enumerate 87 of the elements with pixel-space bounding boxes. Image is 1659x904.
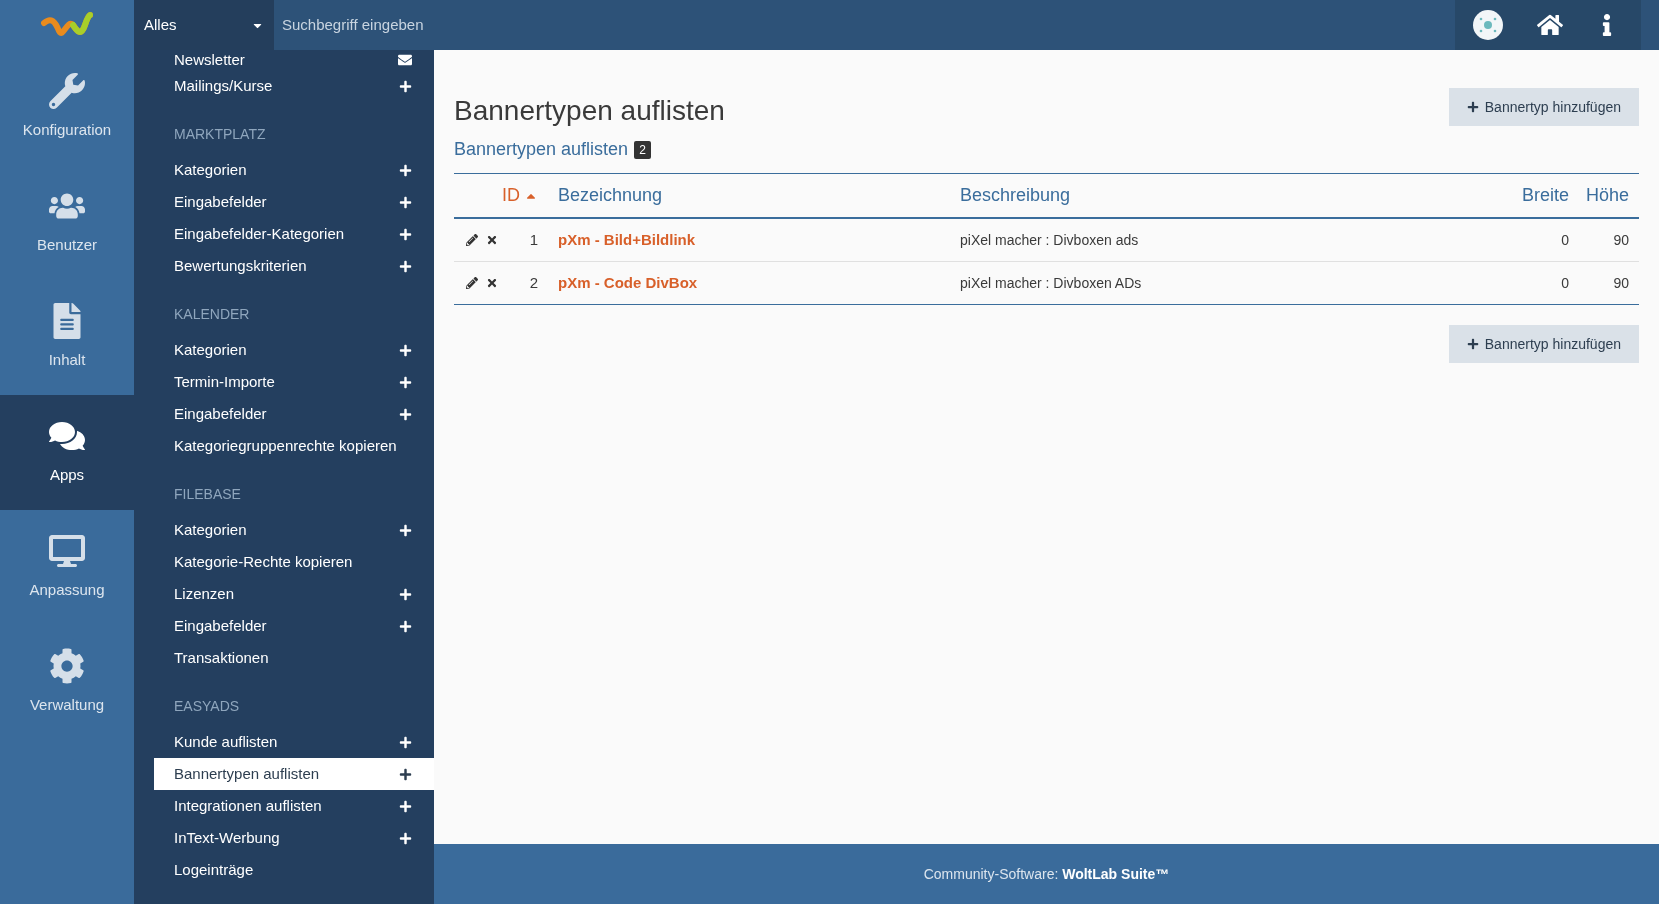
plus-icon[interactable] bbox=[399, 767, 412, 781]
sidebar-item[interactable]: Transaktionen bbox=[154, 642, 434, 674]
rail-item[interactable]: Inhalt bbox=[0, 280, 134, 395]
sidebar-item[interactable]: Termin-Importe bbox=[154, 366, 434, 398]
id-cell-text: 2 bbox=[529, 272, 539, 293]
home-icon[interactable] bbox=[1537, 12, 1563, 38]
footer-text: Community-Software: WoltLab Suite™ bbox=[923, 864, 1170, 884]
section-heading: MARKTPLATZ bbox=[173, 125, 267, 144]
logo-area[interactable] bbox=[0, 0, 134, 50]
section-title: Bannertypen auflisten bbox=[454, 138, 629, 161]
width-cell-text: 0 bbox=[1560, 230, 1569, 250]
plus-icon[interactable] bbox=[399, 375, 412, 389]
rail-item[interactable]: Benutzer bbox=[0, 165, 134, 280]
plus-icon[interactable] bbox=[399, 343, 412, 357]
search-scope-dropdown[interactable]: Alles bbox=[134, 0, 274, 50]
id-cell-text: 1 bbox=[529, 229, 539, 250]
sidebar-item[interactable]: Eingabefelder bbox=[154, 186, 434, 218]
sidebar-item[interactable]: Eingabefelder bbox=[154, 610, 434, 642]
sidebar-item[interactable]: Kunde auflisten bbox=[154, 726, 434, 758]
plus-icon[interactable] bbox=[399, 259, 412, 273]
count-badge: 2 bbox=[634, 140, 651, 159]
sidebar-item[interactable]: Bewertungskriterien bbox=[154, 250, 434, 282]
column-header[interactable]: Höhe bbox=[1569, 182, 1639, 209]
column-header[interactable]: Bezeichnung bbox=[544, 182, 954, 209]
delete-icon[interactable] bbox=[486, 277, 498, 289]
section-heading: FILEBASE bbox=[173, 485, 242, 504]
width-cell-text: 0 bbox=[1560, 273, 1569, 293]
sidebar-item[interactable]: Logeinträge bbox=[154, 854, 434, 886]
envelope-icon[interactable] bbox=[398, 53, 412, 67]
delete-icon[interactable] bbox=[486, 234, 498, 246]
rail-label: Konfiguration bbox=[22, 120, 112, 141]
column-header[interactable]: ID bbox=[454, 182, 544, 209]
rail-label: Anpassung bbox=[29, 580, 105, 601]
rail-label: Benutzer bbox=[36, 235, 97, 256]
sidebar-item[interactable]: Kategorien bbox=[154, 334, 434, 366]
height-cell-text: 90 bbox=[1612, 230, 1630, 250]
wrench-icon bbox=[49, 73, 85, 110]
sidebar-item[interactable]: Kategorien bbox=[154, 514, 434, 546]
plus-icon[interactable] bbox=[399, 587, 412, 601]
plus-icon[interactable] bbox=[399, 407, 412, 421]
description-cell-text: piXel macher : Divboxen ads bbox=[959, 230, 1140, 250]
sidebar-item[interactable]: Newsletter bbox=[154, 50, 434, 70]
column-header[interactable]: Breite bbox=[1479, 182, 1569, 209]
monitor-icon bbox=[49, 533, 85, 570]
dotted-globe-icon[interactable] bbox=[1471, 9, 1504, 41]
name-link[interactable]: pXm - Bild+Bildlink bbox=[544, 228, 954, 252]
sidebar-item[interactable]: Bannertypen auflisten bbox=[154, 758, 434, 790]
rail-label: Inhalt bbox=[48, 350, 86, 371]
rail-label: Apps bbox=[49, 465, 85, 486]
rail-item[interactable]: Konfiguration bbox=[0, 50, 134, 165]
plus-icon bbox=[1466, 338, 1479, 350]
sidebar-item[interactable]: Kategorien bbox=[154, 154, 434, 186]
plus-icon[interactable] bbox=[399, 523, 412, 537]
sidebar-item[interactable]: InText-Werbung bbox=[154, 822, 434, 854]
rail-item[interactable]: Apps bbox=[0, 395, 134, 510]
section-heading: KALENDER bbox=[173, 305, 251, 324]
plus-icon[interactable] bbox=[399, 227, 412, 241]
edit-icon[interactable] bbox=[466, 277, 478, 289]
rail-label: Verwaltung bbox=[29, 695, 105, 716]
sidebar-item[interactable]: Kategoriegruppenrechte kopieren bbox=[154, 430, 434, 462]
name-link[interactable]: pXm - Code DivBox bbox=[544, 271, 954, 295]
plus-icon[interactable] bbox=[399, 163, 412, 177]
sidebar-item[interactable]: Eingabefelder-Kategorien bbox=[154, 218, 434, 250]
plus-icon[interactable] bbox=[399, 831, 412, 845]
add-bannertype-button[interactable]: Bannertyp hinzufügen bbox=[1448, 325, 1639, 363]
plus-icon[interactable] bbox=[399, 79, 412, 93]
sidebar-item[interactable]: Mailings/Kurse bbox=[154, 70, 434, 102]
plus-icon[interactable] bbox=[399, 619, 412, 633]
page-title: Bannertypen auflisten bbox=[454, 94, 725, 128]
gear-icon bbox=[49, 648, 85, 685]
rail-item[interactable]: Verwaltung bbox=[0, 625, 134, 740]
plus-icon bbox=[1466, 101, 1479, 113]
plus-icon[interactable] bbox=[399, 799, 412, 813]
rail-item[interactable]: Anpassung bbox=[0, 510, 134, 625]
plus-icon[interactable] bbox=[399, 735, 412, 749]
column-header[interactable]: Beschreibung bbox=[954, 182, 1479, 209]
sidebar-item[interactable]: Lizenzen bbox=[154, 578, 434, 610]
sidebar-item[interactable]: Integrationen auflisten bbox=[154, 790, 434, 822]
description-cell-text: piXel macher : Divboxen ADs bbox=[959, 273, 1143, 293]
section-heading: EASYADS bbox=[173, 697, 241, 716]
wave-logo-icon bbox=[41, 11, 93, 39]
sidebar-item[interactable]: Eingabefelder bbox=[154, 398, 434, 430]
add-bannertype-button[interactable]: Bannertyp hinzufügen bbox=[1448, 88, 1639, 126]
edit-icon[interactable] bbox=[466, 234, 478, 246]
sidebar-item[interactable]: Kategorie-Rechte kopieren bbox=[154, 546, 434, 578]
plus-icon[interactable] bbox=[399, 195, 412, 209]
height-cell-text: 90 bbox=[1612, 273, 1630, 293]
